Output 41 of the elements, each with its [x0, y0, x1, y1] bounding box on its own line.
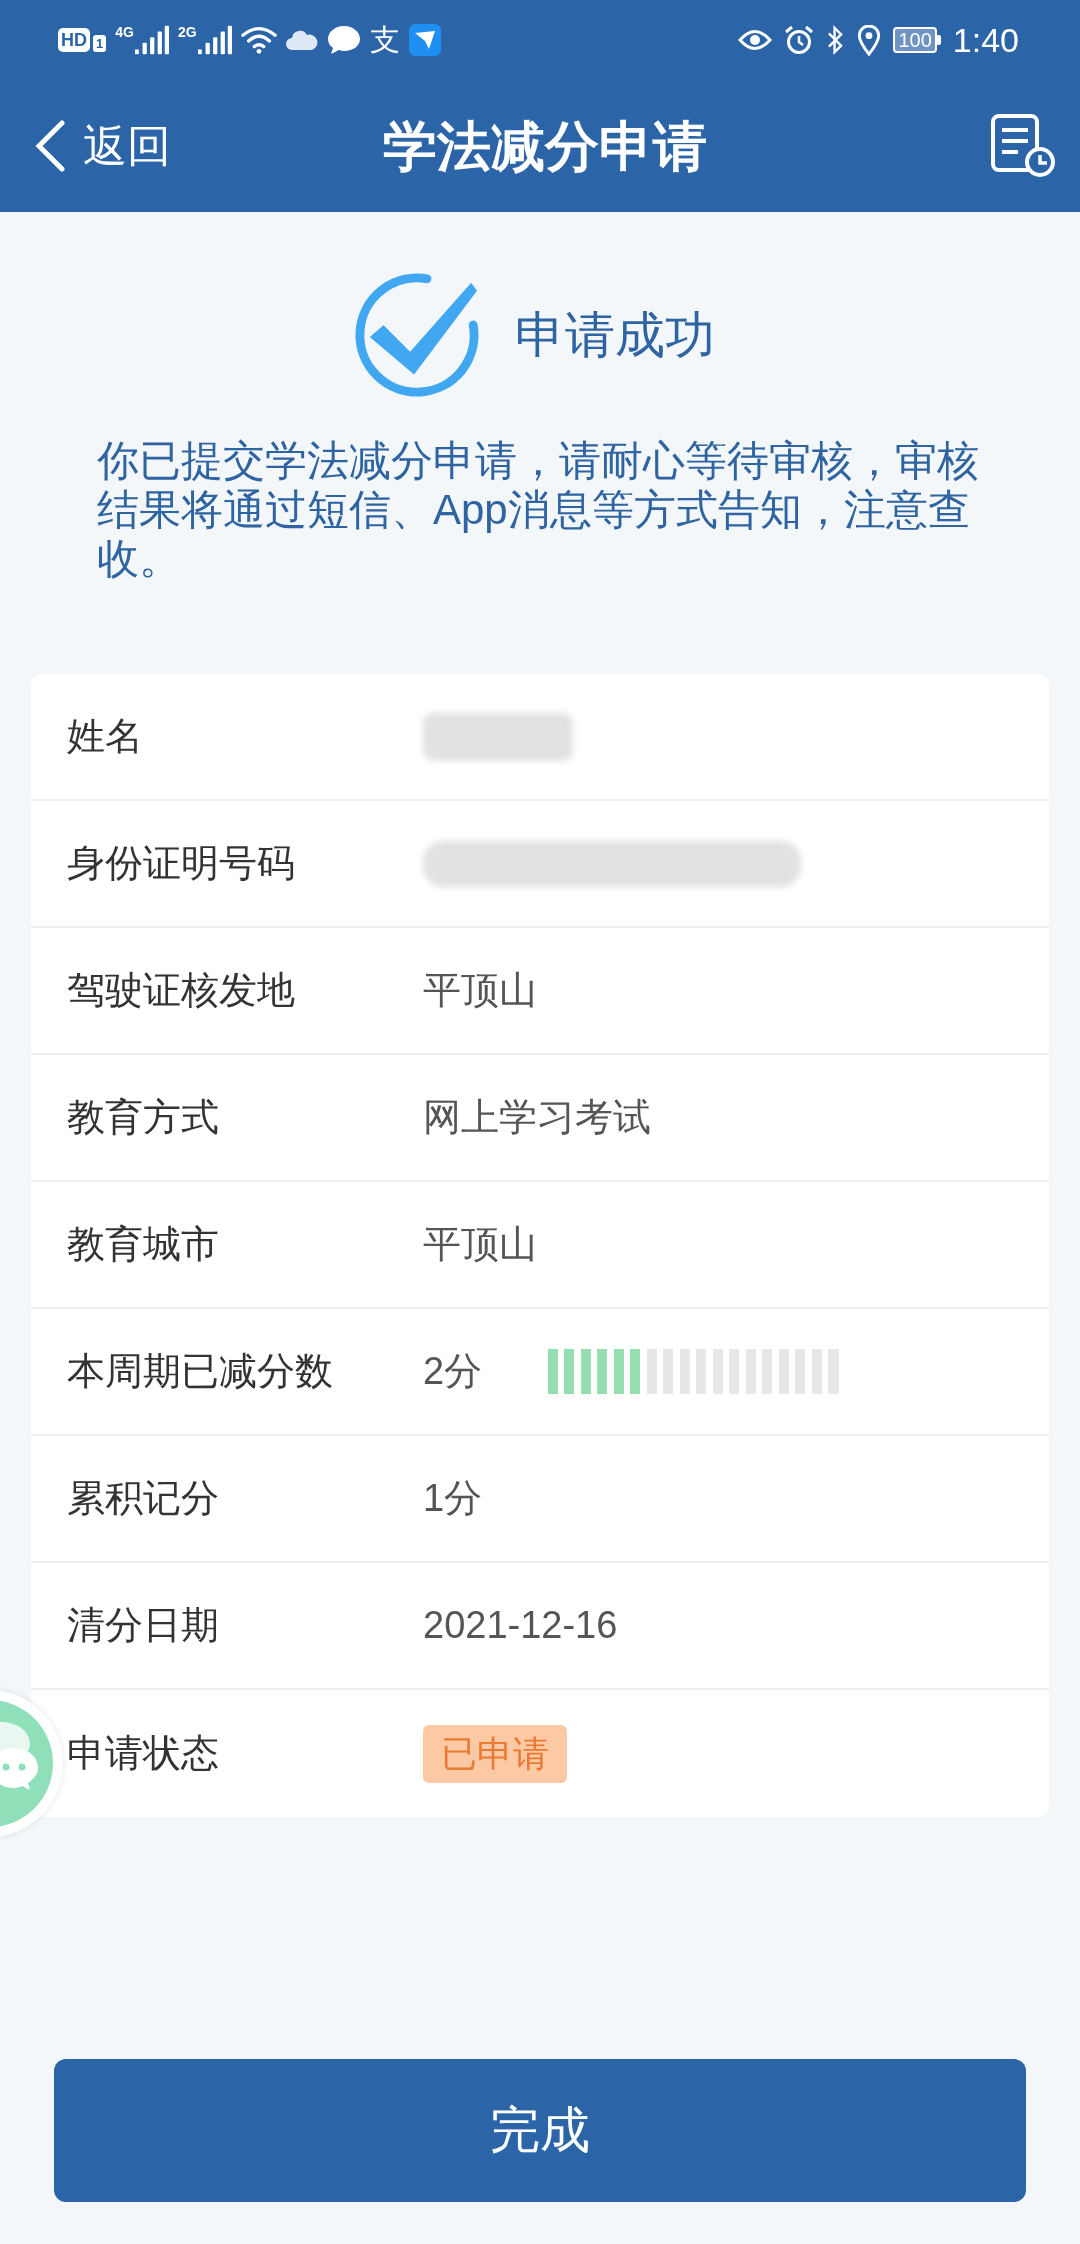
detail-label: 累积记分	[67, 1476, 220, 1521]
detail-value: 网上学习考试	[423, 1095, 651, 1140]
detail-label: 申请状态	[67, 1731, 220, 1776]
result-message: 你已提交学法减分申请，请耐心等待审核，审核结果将通过短信、App消息等方式告知，注意查收。	[97, 436, 980, 583]
detail-label: 本周期已减分数	[67, 1349, 334, 1394]
result-title: 申请成功	[515, 306, 715, 365]
status-badge: 已申请	[423, 1724, 567, 1783]
detail-label: 驾驶证核发地	[67, 968, 296, 1013]
status-glyph: 支	[369, 24, 400, 56]
detail-label: 姓名	[67, 714, 144, 759]
network-type-label: 2G	[177, 25, 197, 39]
detail-value: 平顶山	[423, 1222, 537, 1267]
detail-value: 平顶山	[423, 968, 537, 1013]
app-tile-icon	[408, 24, 441, 56]
wifi-icon	[240, 25, 277, 55]
done-button[interactable]: 完成	[54, 2059, 1026, 2202]
eye-icon	[738, 29, 773, 51]
chat-bubble-icon	[326, 25, 361, 55]
cloud-icon	[285, 30, 318, 50]
detail-label: 身份证明号码	[67, 841, 296, 886]
detail-value: 2021-12-16	[423, 1603, 618, 1648]
clock-time: 1:40	[952, 20, 1019, 60]
location-pin-icon	[857, 24, 882, 56]
alarm-clock-icon	[784, 25, 815, 55]
signal-bars-icon	[134, 25, 169, 55]
document-clock-icon[interactable]	[990, 114, 1056, 178]
page-title: 学法减分申请	[383, 115, 707, 178]
signal-bars-icon	[197, 25, 232, 55]
detail-label: 教育方式	[67, 1095, 220, 1140]
detail-label: 清分日期	[67, 1603, 220, 1648]
battery-level: 100	[893, 27, 941, 53]
back-button[interactable]: 返回	[34, 120, 171, 172]
chevron-left-icon	[34, 120, 66, 172]
detail-value: 2分	[423, 1349, 483, 1394]
hd-badge: HD	[58, 28, 90, 52]
bluetooth-icon	[826, 25, 846, 55]
network-type-label: 4G	[115, 25, 134, 39]
detail-value: 1分	[423, 1476, 483, 1521]
detail-label: 教育城市	[67, 1222, 220, 1267]
check-circle-icon	[354, 272, 480, 398]
sim-badge: 1	[93, 35, 107, 52]
